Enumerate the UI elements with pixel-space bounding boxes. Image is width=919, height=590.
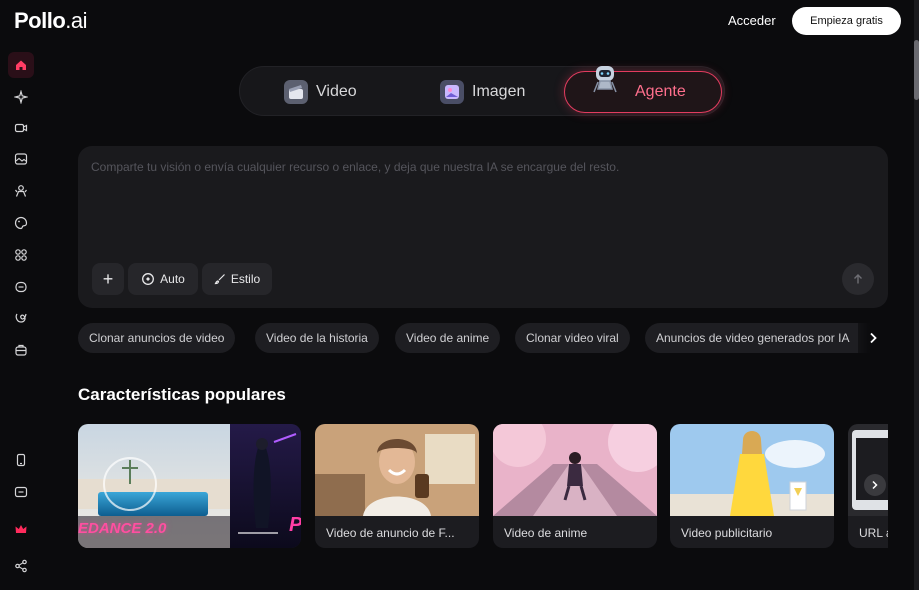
palette-icon[interactable] <box>8 210 34 236</box>
chip-anime-video[interactable]: Video de anime <box>395 323 501 353</box>
home-icon[interactable] <box>8 52 34 78</box>
mobile-icon[interactable] <box>8 447 34 473</box>
auto-button-label: Auto <box>160 272 185 286</box>
image-icon[interactable] <box>8 146 34 172</box>
tab-imagen-label: Imagen <box>472 83 526 100</box>
auto-icon <box>142 273 155 285</box>
face-icon[interactable] <box>8 274 34 300</box>
add-button[interactable]: + <box>92 263 124 295</box>
anime-video-thumbnail <box>493 424 657 516</box>
tab-agente-label: Agente <box>635 83 686 100</box>
chips-next-button[interactable] <box>858 323 888 353</box>
pollo-logo[interactable]: Pollo.ai <box>14 8 88 34</box>
picture-icon <box>440 80 464 104</box>
feature-card-advertising-video-label: Video publicitario <box>681 526 773 540</box>
sidebar <box>0 50 40 590</box>
product-ad-thumbnail <box>315 424 479 516</box>
translate-icon[interactable] <box>8 305 34 331</box>
chevron-right-icon <box>870 332 877 344</box>
chip-clone-video-ads[interactable]: Clonar anuncios de video <box>78 323 236 353</box>
feature-card-product-ad[interactable]: Video de anuncio de F... <box>315 424 479 548</box>
seedance-title: EDANCE 2.0 <box>78 520 167 537</box>
chevron-right-icon <box>872 480 878 490</box>
package-icon[interactable] <box>8 337 34 363</box>
prompt-box: + Auto Estilo <box>78 146 888 308</box>
feature-card-seedance[interactable]: EDANCE 2.0 P <box>78 424 301 548</box>
style-button[interactable]: Estilo <box>202 263 272 295</box>
character-icon[interactable] <box>8 178 34 204</box>
auto-button[interactable]: Auto <box>128 263 198 295</box>
chat-icon[interactable] <box>8 479 34 505</box>
scrollbar-track[interactable] <box>914 0 919 590</box>
advertising-video-thumbnail <box>670 424 834 516</box>
chip-story-video[interactable]: Video de la historia <box>255 323 379 353</box>
suggestion-chips: Clonar anuncios de video Video de la his… <box>78 323 888 353</box>
carousel-next-button[interactable] <box>864 474 886 496</box>
add-button-label: + <box>102 268 114 289</box>
prompt-input[interactable] <box>91 160 861 174</box>
tab-imagen[interactable]: Imagen <box>440 71 525 113</box>
feature-card-url-video-label: URL a... <box>859 526 888 540</box>
robot-icon <box>587 62 623 98</box>
chip-clone-viral-video[interactable]: Clonar video viral <box>515 323 630 353</box>
arrow-up-icon <box>854 274 862 284</box>
sparkle-icon[interactable] <box>8 84 34 110</box>
login-link[interactable]: Acceder <box>728 13 776 28</box>
crown-icon[interactable] <box>8 516 34 542</box>
feature-card-advertising-video[interactable]: Video publicitario <box>670 424 834 548</box>
video-camera-icon[interactable] <box>8 115 34 141</box>
feature-card-anime-video-label: Video de anime <box>504 526 588 540</box>
tab-video-label: Video <box>316 83 357 100</box>
mode-switch: Video Imagen Agente <box>239 66 725 116</box>
tab-video[interactable]: Video <box>284 71 357 113</box>
send-button[interactable] <box>842 263 874 295</box>
clapperboard-icon <box>284 80 308 104</box>
scrollbar-thumb[interactable] <box>914 40 919 100</box>
apps-icon[interactable] <box>8 242 34 268</box>
style-button-label: Estilo <box>230 272 261 286</box>
feature-card-product-ad-label: Video de anuncio de F... <box>326 526 455 540</box>
url-video-thumbnail <box>848 424 888 516</box>
chip-ai-video-ads[interactable]: Anuncios de video generados por IA <box>645 323 885 353</box>
share-icon[interactable] <box>8 553 34 579</box>
popular-features-title: Características populares <box>78 385 286 404</box>
feature-card-anime-video[interactable]: Video de anime <box>493 424 657 548</box>
top-bar: Pollo.ai Acceder Empieza gratis <box>0 0 919 44</box>
signup-button[interactable]: Empieza gratis <box>792 7 901 35</box>
seedance-title-2: P <box>289 514 301 537</box>
tab-agente[interactable]: Agente <box>564 66 722 113</box>
brush-icon <box>214 274 225 285</box>
popular-features-carousel: EDANCE 2.0 P Video de anuncio de F... Vi… <box>78 424 888 548</box>
